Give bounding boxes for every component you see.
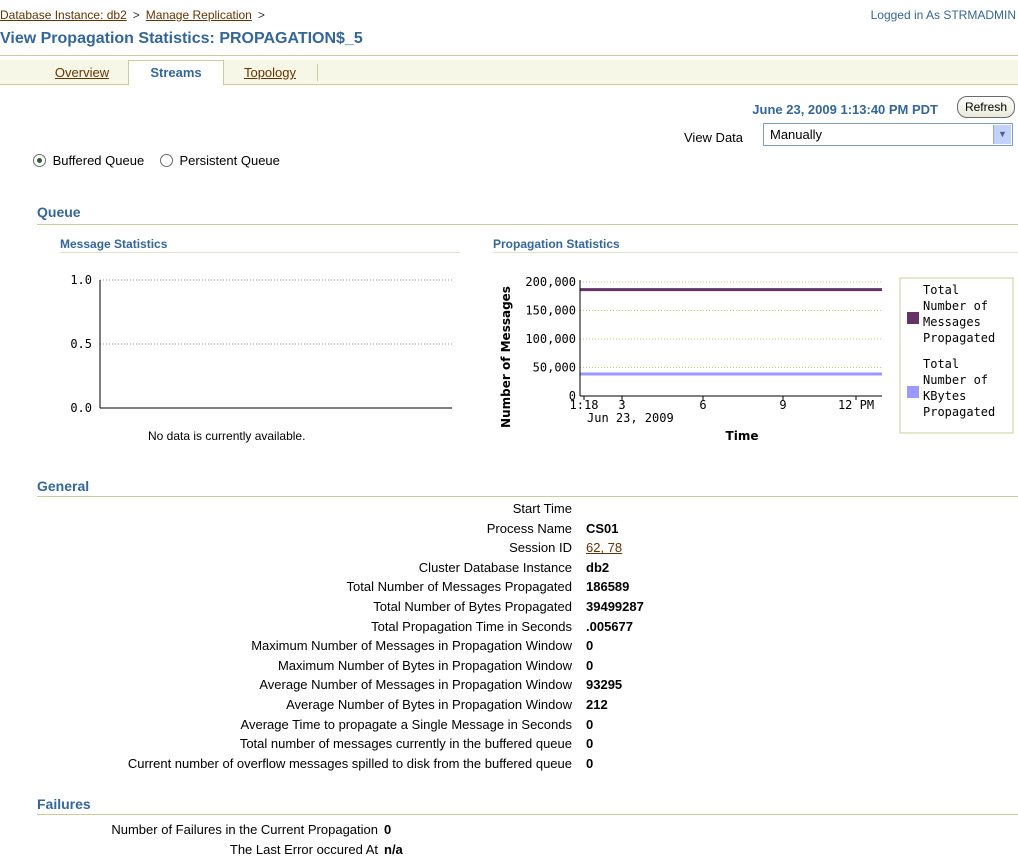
refresh-button[interactable]: Refresh bbox=[956, 96, 1015, 118]
propagation-statistics-title: Propagation Statistics bbox=[493, 237, 620, 251]
general-row-value: 0 bbox=[586, 657, 594, 673]
breadcrumb-separator: > bbox=[132, 8, 140, 22]
general-row-label: Maximum Number of Bytes in Propagation W… bbox=[277, 657, 572, 673]
section-divider bbox=[37, 814, 1018, 815]
general-row-value: 0 bbox=[586, 755, 594, 771]
x-axis-label: Time bbox=[726, 429, 759, 443]
section-title-general: General bbox=[37, 478, 90, 494]
subsection-divider bbox=[493, 252, 1018, 253]
general-row-label: Average Time to propagate a Single Messa… bbox=[240, 716, 572, 732]
logged-in-status: Logged in As STRMADMIN bbox=[870, 8, 1016, 22]
message-statistics-chart: 1.0 0.5 0.0 bbox=[70, 273, 452, 415]
tab-topology[interactable]: Topology bbox=[223, 62, 317, 83]
y-tick-label: 1.0 bbox=[70, 273, 92, 287]
y-tick-label: 50,000 bbox=[533, 361, 576, 375]
general-row-label: Average Number of Messages in Propagatio… bbox=[259, 677, 572, 693]
breadcrumb-separator: > bbox=[257, 8, 265, 22]
general-row-value: 0 bbox=[586, 716, 594, 732]
page-title: View Propagation Statistics: PROPAGATION… bbox=[0, 30, 363, 47]
general-row-label: Total Propagation Time in Seconds bbox=[371, 618, 572, 634]
y-tick-label: 100,000 bbox=[525, 332, 576, 346]
failure-row-label: The Last Error occured At bbox=[229, 842, 378, 857]
propagation-statistics-chart: Number of Messages 200,000 150,000 100,000… bbox=[499, 275, 1014, 443]
x-tick-label: 1:18 bbox=[570, 398, 599, 412]
section-divider bbox=[37, 224, 1018, 225]
general-row-label: Maximum Number of Messages in Propagatio… bbox=[251, 638, 572, 654]
legend-swatch-messages bbox=[907, 312, 919, 324]
tab-bar: Overview Streams Topology bbox=[0, 60, 1018, 86]
general-row-label: Total Number of Bytes Propagated bbox=[373, 599, 572, 614]
tab-overview[interactable]: Overview bbox=[36, 62, 128, 83]
general-row-value: 212 bbox=[586, 697, 608, 712]
y-tick-label: 0.0 bbox=[70, 401, 92, 415]
general-row-value: 39499287 bbox=[586, 599, 644, 614]
y-tick-label: 150,000 bbox=[525, 304, 576, 318]
x-tick-label: 9 bbox=[779, 398, 786, 412]
y-tick-label: 0.5 bbox=[70, 337, 92, 351]
breadcrumb: Database Instance: db2 > Manage Replicatio… bbox=[0, 8, 271, 22]
title-divider bbox=[0, 55, 1018, 56]
tab-divider bbox=[317, 64, 318, 81]
legend-swatch-kbytes bbox=[907, 386, 919, 398]
general-row-value: .005677 bbox=[586, 618, 633, 634]
x-tick-label: 12 PM bbox=[838, 398, 874, 412]
view-data-label: View Data bbox=[684, 130, 744, 145]
view-data-select[interactable]: Manually ▼ bbox=[763, 123, 1013, 146]
tab-streams[interactable]: Streams bbox=[128, 60, 224, 86]
section-title-failures: Failures bbox=[37, 796, 91, 812]
general-row-label: Average Number of Bytes in Propagation W… bbox=[286, 697, 572, 712]
general-row-value: 186589 bbox=[586, 579, 630, 595]
general-row-label: Current number of overflow messages spil… bbox=[127, 755, 572, 771]
breadcrumb-link-database-instance[interactable]: Database Instance: db2 bbox=[0, 8, 127, 22]
general-row-label: Total Number of Messages Propagated bbox=[346, 579, 572, 595]
failure-row-value: n/a bbox=[384, 842, 403, 857]
view-data-selected-value: Manually bbox=[770, 127, 823, 142]
y-axis-label: Number of Messages bbox=[499, 286, 513, 428]
last-refresh-timestamp: June 23, 2009 1:13:40 PM PDT bbox=[752, 102, 938, 117]
section-divider bbox=[37, 496, 1018, 497]
general-row-value: 0 bbox=[586, 638, 594, 654]
failure-row-label: Number of Failures in the Current Propag… bbox=[111, 822, 378, 837]
radio-persistent-queue[interactable] bbox=[159, 154, 173, 167]
general-row-value: 0 bbox=[586, 736, 594, 752]
section-title-queue: Queue bbox=[37, 204, 81, 220]
x-axis-date-label: Jun 23, 2009 bbox=[587, 411, 674, 425]
x-tick-label: 3 bbox=[618, 398, 625, 412]
general-row-label: Process Name bbox=[486, 520, 572, 536]
general-row-label: Start Time bbox=[512, 501, 572, 516]
session-id-link[interactable]: 62, 78 bbox=[586, 540, 622, 555]
message-statistics-title: Message Statistics bbox=[60, 237, 168, 251]
general-row-label: Total number of messages currently in th… bbox=[239, 736, 572, 752]
breadcrumb-link-manage-replication[interactable]: Manage Replication bbox=[146, 8, 252, 22]
general-row-value: db2 bbox=[586, 559, 610, 575]
x-tick-label: 6 bbox=[699, 398, 706, 412]
general-row-value: CS01 bbox=[586, 520, 619, 536]
radio-label-buffered-queue: Buffered Queue bbox=[52, 153, 145, 168]
failure-row-value: 0 bbox=[384, 822, 392, 837]
general-row-label: Session ID bbox=[509, 540, 572, 556]
general-row-label: Cluster Database Instance bbox=[418, 559, 572, 575]
subsection-divider bbox=[60, 252, 460, 253]
queue-type-radio-group: Buffered Queue Persistent Queue bbox=[33, 153, 280, 168]
radio-label-persistent-queue: Persistent Queue bbox=[179, 153, 280, 168]
no-data-message: No data is currently available. bbox=[148, 429, 306, 443]
y-tick-label: 200,000 bbox=[525, 275, 576, 289]
general-row-value: 93295 bbox=[586, 677, 623, 693]
radio-buffered-queue[interactable] bbox=[33, 154, 46, 167]
chevron-down-icon[interactable]: ▼ bbox=[993, 125, 1011, 144]
